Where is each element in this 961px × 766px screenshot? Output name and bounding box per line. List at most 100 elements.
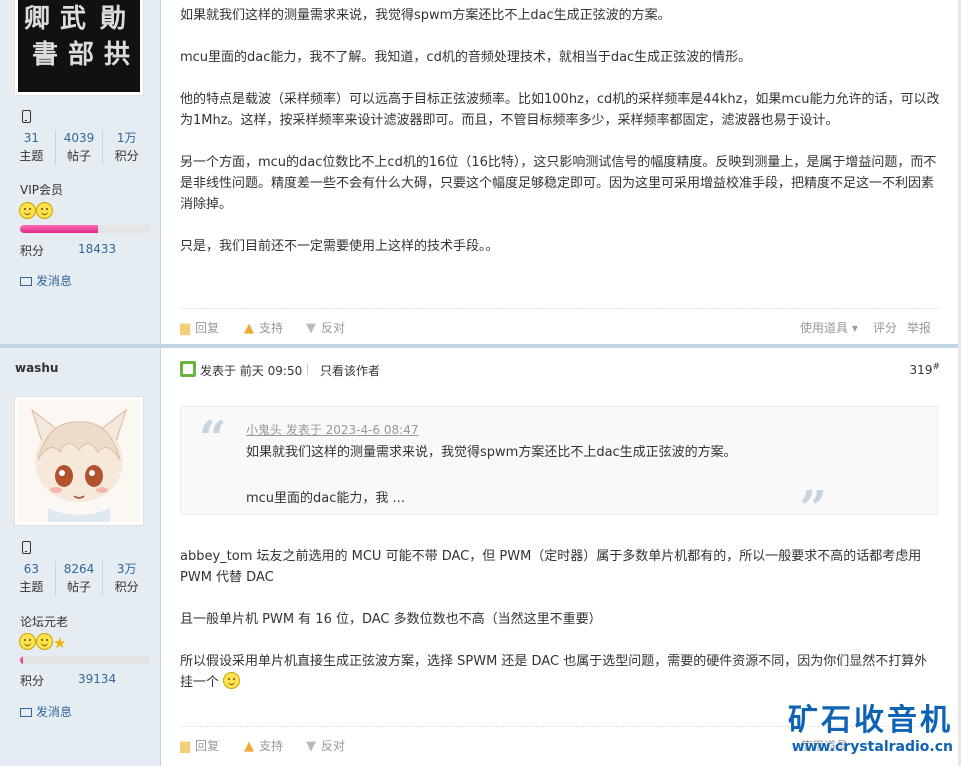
smiley-emoji-icon bbox=[223, 672, 241, 689]
quote-line: 如果就我们这样的测量需求来说，我觉得spwm方案还比不上dac生成正弦波的方案。 bbox=[246, 445, 737, 460]
post1-actions: ▆ 回复 ▲ 支持 ▼ 反对 使用道具 ▾ 评分 举报 bbox=[180, 319, 940, 337]
support-label: 支持 bbox=[259, 739, 284, 753]
stat-credits[interactable]: 1万 积分 bbox=[103, 130, 150, 165]
user1-avatar[interactable]: 卿 武 勛 書 部 拱 bbox=[14, 0, 144, 96]
support-button[interactable]: ▲ 支持 bbox=[244, 737, 283, 754]
posts-label: 帖子 bbox=[67, 149, 92, 163]
quote-line: mcu里面的dac能力，我 ... bbox=[246, 491, 405, 506]
user2-name[interactable]: washu bbox=[15, 361, 58, 375]
post-paragraph: 只是，我们目前还不一定需要使用上这样的技术手段。。 bbox=[180, 239, 499, 254]
oppose-label: 反对 bbox=[321, 321, 346, 335]
envelope-icon bbox=[20, 708, 32, 717]
thumbs-up-icon: ▲ bbox=[244, 739, 254, 754]
threads-label: 主题 bbox=[19, 149, 44, 163]
avatar-image: 卿 武 勛 書 部 拱 bbox=[18, 0, 140, 92]
support-button[interactable]: ▲ 支持 bbox=[244, 319, 283, 336]
user1-rank: VIP会员 bbox=[20, 183, 63, 197]
oppose-button[interactable]: ▼ 反对 bbox=[306, 737, 345, 754]
smiley-icon bbox=[19, 633, 36, 650]
user2-avatar[interactable] bbox=[14, 396, 144, 526]
avatar-glyph: 書 bbox=[32, 40, 59, 70]
credits-count[interactable]: 3万 bbox=[103, 561, 150, 578]
user2-rank: 论坛元老 bbox=[20, 615, 69, 629]
avatar-glyph: 勛 bbox=[100, 4, 127, 34]
smiley-icon bbox=[36, 633, 53, 650]
oppose-button[interactable]: ▼ 反对 bbox=[306, 319, 345, 336]
credits-count[interactable]: 1万 bbox=[103, 130, 150, 147]
floor-hash: # bbox=[932, 362, 940, 372]
user1-rank-icons bbox=[19, 202, 53, 220]
avatar-glyph: 卿 bbox=[24, 4, 51, 34]
avatar-glyph: 拱 bbox=[104, 40, 131, 70]
post-paragraph-text: 所以假设采用单片机直接生成正弦波方案，选择 SPWM 还是 DAC 也属于选型问… bbox=[180, 654, 928, 690]
avatar-image bbox=[18, 400, 140, 522]
post2-floor-number[interactable]: 319# bbox=[910, 362, 940, 377]
user2-level-bar bbox=[20, 656, 150, 664]
credits-label: 积分 bbox=[114, 580, 139, 594]
reply-label: 回复 bbox=[195, 739, 220, 753]
close-quote-icon: ” bbox=[799, 481, 827, 537]
mobile-icon bbox=[22, 110, 31, 123]
stat-threads[interactable]: 63 主题 bbox=[8, 561, 56, 596]
post2-content: abbey_tom 坛友之前选用的 MCU 可能不带 DAC，但 PWM（定时器… bbox=[180, 546, 940, 693]
use-tools-button[interactable]: 使用道具 ▾ bbox=[800, 319, 858, 336]
posts-label: 帖子 bbox=[67, 580, 92, 594]
post1-footer-divider bbox=[180, 308, 940, 309]
user2-points-label: 积分 bbox=[20, 674, 45, 688]
reply-button[interactable]: ▆ 回复 bbox=[180, 737, 219, 754]
thumbs-down-icon: ▼ bbox=[306, 321, 316, 336]
site-watermark: 矿石收音机 www.crystalradio.cn bbox=[788, 704, 953, 756]
user1-points: 18433 bbox=[78, 242, 117, 256]
stat-posts[interactable]: 4039 帖子 bbox=[56, 130, 104, 165]
threads-count[interactable]: 63 bbox=[8, 561, 55, 578]
anime-catgirl-avatar bbox=[31, 408, 127, 522]
posts-count[interactable]: 8264 bbox=[56, 561, 103, 578]
reply-icon: ▆ bbox=[180, 321, 190, 336]
watermark-url: www.crystalradio.cn bbox=[791, 739, 953, 755]
support-label: 支持 bbox=[259, 321, 284, 335]
post-paragraph: 且一般单片机 PWM 有 16 位，DAC 多数位数也不高（当然这里不重要） bbox=[180, 612, 602, 627]
user1-points-label: 积分 bbox=[20, 244, 45, 258]
post-paragraph: abbey_tom 坛友之前选用的 MCU 可能不带 DAC，但 PWM（定时器… bbox=[180, 549, 922, 585]
send-message-label: 发消息 bbox=[36, 705, 73, 719]
user2-points: 39134 bbox=[78, 672, 117, 686]
quote-author-link[interactable]: 小鬼头 发表于 2023-4-6 08:47 bbox=[246, 421, 419, 438]
user1-level-bar bbox=[20, 225, 150, 233]
smiley-icon bbox=[19, 202, 36, 219]
envelope-icon bbox=[20, 277, 32, 286]
star-icon: ★ bbox=[53, 634, 67, 652]
avatar-glyph: 部 bbox=[68, 40, 95, 70]
thumbs-down-icon: ▼ bbox=[306, 739, 316, 754]
mobile-icon bbox=[22, 541, 31, 554]
reply-label: 回复 bbox=[195, 321, 220, 335]
rate-button[interactable]: 评分 bbox=[873, 319, 897, 336]
thumbs-up-icon: ▲ bbox=[244, 321, 254, 336]
user2-send-message[interactable]: 发消息 bbox=[20, 703, 72, 720]
send-message-label: 发消息 bbox=[36, 274, 73, 288]
stat-threads[interactable]: 31 主题 bbox=[8, 130, 56, 165]
quoted-post: “ 小鬼头 发表于 2023-4-6 08:47 如果就我们这样的测量需求来说，… bbox=[180, 406, 938, 533]
use-tools-label: 使用道具 bbox=[800, 321, 849, 335]
header-separator bbox=[307, 363, 308, 375]
level-bar-fill bbox=[20, 656, 23, 664]
only-author-link[interactable]: 只看该作者 bbox=[320, 362, 380, 379]
avatar-glyph: 武 bbox=[60, 4, 87, 34]
report-button[interactable]: 举报 bbox=[907, 319, 931, 336]
user1-send-message[interactable]: 发消息 bbox=[20, 272, 72, 289]
stat-credits[interactable]: 3万积分 bbox=[103, 561, 150, 596]
posts-count[interactable]: 4039 bbox=[56, 130, 103, 147]
post2-timestamp: 发表于 前天 09:50 bbox=[200, 364, 303, 378]
smiley-icon bbox=[36, 202, 53, 219]
post-paragraph: 他的特点是载波（采样频率）可以远高于目标正弦波频率。比如100hz，cd机的采样… bbox=[180, 92, 940, 128]
reply-button[interactable]: ▆ 回复 bbox=[180, 319, 219, 336]
post2-header: 发表于 前天 09:50 只看该作者 319# bbox=[180, 361, 940, 379]
online-status-icon bbox=[180, 361, 196, 377]
threads-count[interactable]: 31 bbox=[8, 130, 55, 147]
stat-posts[interactable]: 8264 帖子 bbox=[56, 561, 104, 596]
level-bar-fill bbox=[20, 225, 98, 233]
user1-stats: 31 主题 4039 帖子 1万 积分 bbox=[8, 130, 150, 165]
user-sidebar: 卿 武 勛 書 部 拱 31 主题 4039 帖子 1万 积分 VIP会员 积分 18… bbox=[0, 0, 161, 766]
user2-rank-icons: ★ bbox=[19, 633, 66, 652]
oppose-label: 反对 bbox=[321, 739, 346, 753]
post-paragraph: 另一个方面，mcu的dac位数比不上cd机的16位（16比特），这只影响测试信号… bbox=[180, 155, 937, 212]
